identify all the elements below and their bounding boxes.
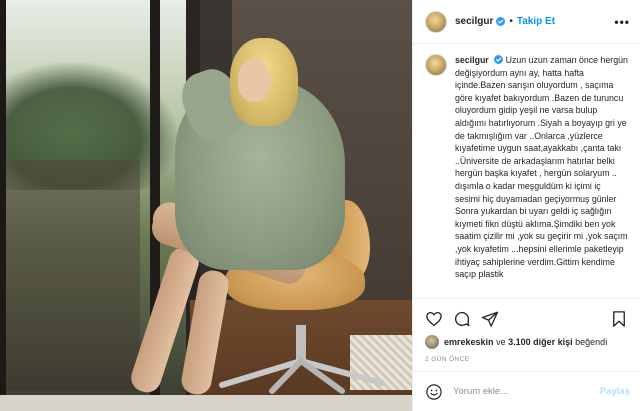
chair-base (219, 325, 385, 394)
instagram-post: secilgur • Takip Et ••• secilgur Uzun uz… (0, 0, 640, 411)
others-likes-link[interactable]: 3.100 diğer kişi (508, 337, 573, 347)
caption-text-block: secilgur Uzun uzun zaman önce hergün değ… (455, 54, 628, 281)
bookmark-icon[interactable] (610, 310, 628, 328)
comment-icon[interactable] (453, 310, 471, 328)
likes-suffix: beğendi (575, 337, 608, 347)
caption-text: Uzun uzun zaman önce hergün değişiyordum… (455, 55, 628, 280)
window-reflection (0, 160, 140, 390)
avatar[interactable] (425, 10, 447, 33)
post-comment-button[interactable]: Paylaş (600, 386, 630, 397)
heart-icon[interactable] (425, 310, 443, 328)
avatar[interactable] (425, 54, 447, 76)
share-icon[interactable] (481, 310, 499, 328)
person-face (238, 60, 270, 102)
comment-input[interactable] (453, 386, 600, 397)
username-link[interactable]: secilgur (455, 16, 493, 27)
likes-line: emrekeskin ve 3.100 diğer kişi beğendi (425, 335, 628, 349)
add-comment-bar: Paylaş (413, 371, 640, 411)
likes-connector: ve (496, 337, 506, 347)
caption-username[interactable]: secilgur (455, 55, 489, 65)
post-header: secilgur • Takip Et ••• (413, 0, 640, 44)
emoji-icon[interactable] (425, 383, 443, 401)
action-bar: emrekeskin ve 3.100 diğer kişi beğendi 2… (413, 298, 640, 363)
separator-dot: • (509, 16, 513, 27)
comments-area[interactable]: secilgur Uzun uzun zaman önce hergün değ… (413, 44, 640, 298)
action-icons (425, 307, 628, 331)
post-timestamp[interactable]: 2 GÜN ÖNCE (425, 356, 628, 363)
verified-badge-icon (496, 17, 506, 26)
post-photo[interactable] (0, 0, 412, 411)
post-sidebar: secilgur • Takip Et ••• secilgur Uzun uz… (412, 0, 640, 411)
more-horizontal-icon[interactable]: ••• (614, 16, 630, 28)
follow-button[interactable]: Takip Et (517, 16, 555, 27)
verified-badge-icon (494, 55, 504, 64)
first-liker-link[interactable]: emrekeskin (444, 337, 494, 347)
caption: secilgur Uzun uzun zaman önce hergün değ… (425, 54, 628, 281)
window-sill (0, 395, 412, 411)
liker-avatar[interactable] (425, 335, 439, 349)
window-frame-left (0, 0, 6, 400)
